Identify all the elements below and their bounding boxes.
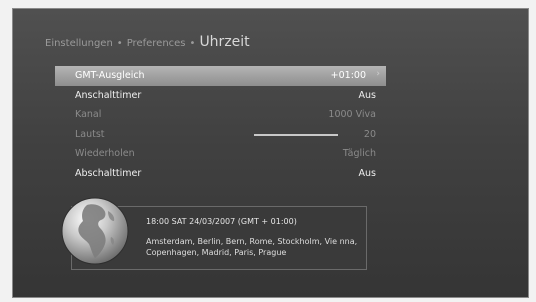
- menu-row-label: Lautst: [75, 128, 105, 140]
- menu-row-label: Abschalttimer: [75, 167, 142, 179]
- menu-row-power-on-timer[interactable]: Anschalttimer Aus: [55, 86, 386, 106]
- breadcrumb-separator: •: [189, 38, 196, 49]
- tv-frame: Einstellungen • Preferences • Uhrzeit GMT-Au…: [0, 0, 536, 302]
- menu-row-value: Aus: [358, 89, 376, 101]
- volume-slider: [254, 133, 338, 136]
- menu-row-value: Täglich: [342, 148, 376, 160]
- settings-menu: GMT-Ausgleich +01:00 › Anschalttimer Aus…: [55, 66, 386, 184]
- menu-row-value: +01:00: [330, 70, 366, 81]
- osd-screen: Einstellungen • Preferences • Uhrzeit GMT-Au…: [12, 8, 529, 298]
- menu-row-value: Aus: [358, 167, 376, 179]
- breadcrumb: Einstellungen • Preferences • Uhrzeit: [45, 34, 250, 50]
- menu-row-label: Wiederholen: [75, 148, 135, 160]
- current-time-text: 18:00 SAT 24/03/2007 (GMT + 01:00): [146, 217, 297, 226]
- menu-row-channel: Kanal 1000 Viva: [55, 105, 386, 125]
- menu-row-gmt-offset[interactable]: GMT-Ausgleich +01:00 ›: [55, 66, 386, 86]
- menu-row-power-off-timer[interactable]: Abschalttimer Aus: [55, 164, 386, 184]
- page-title: Uhrzeit: [199, 34, 250, 50]
- chevron-right-icon[interactable]: ›: [376, 69, 380, 79]
- time-zone-cities-text: Amsterdam, Berlin, Bern, Rome, Stockholm…: [146, 237, 358, 257]
- breadcrumb-item-settings[interactable]: Einstellungen: [45, 38, 113, 49]
- menu-row-repeat: Wiederholen Täglich: [55, 144, 386, 164]
- menu-row-value: 1000 Viva: [328, 109, 376, 121]
- breadcrumb-separator: •: [116, 38, 123, 49]
- menu-row-label: Anschalttimer: [75, 89, 142, 101]
- breadcrumb-item-preferences[interactable]: Preferences: [127, 38, 186, 49]
- menu-row-value: 20: [363, 128, 376, 140]
- menu-row-label: GMT-Ausgleich: [75, 70, 145, 81]
- menu-row-volume: Lautst 20: [55, 125, 386, 145]
- menu-row-label: Kanal: [75, 109, 102, 121]
- globe-icon: [61, 197, 129, 265]
